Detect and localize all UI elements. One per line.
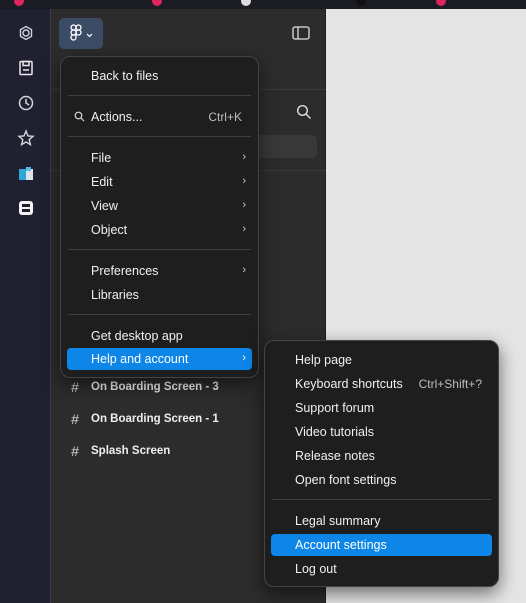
star-icon[interactable]	[16, 128, 36, 148]
help-submenu: Help page Keyboard shortcuts Ctrl+Shift+…	[264, 340, 499, 587]
chevron-right-icon: ›	[242, 199, 246, 211]
save-icon[interactable]	[16, 58, 36, 78]
menu-item-edit[interactable]: Edit ›	[67, 171, 252, 193]
search-icon	[74, 111, 85, 125]
chatgpt-icon[interactable]	[16, 23, 36, 43]
menu-separator	[272, 499, 491, 500]
menu-item-log-out[interactable]: Log out	[271, 558, 492, 580]
menu-item-label: File	[91, 151, 112, 165]
history-icon[interactable]	[16, 93, 36, 113]
menu-item-release-notes[interactable]: Release notes	[271, 445, 492, 467]
menu-item-label: Actions...	[91, 110, 143, 124]
shortcut-label: Ctrl+K	[208, 110, 242, 124]
browser-tab-strip	[0, 0, 526, 9]
tab-favicon[interactable]	[356, 0, 366, 6]
chevron-right-icon: ›	[242, 223, 246, 235]
menu-item-video-tutorials[interactable]: Video tutorials	[271, 421, 492, 443]
layer-label: On Boarding Screen - 1	[91, 413, 219, 425]
menu-separator	[68, 95, 251, 96]
layer-label: Splash Screen	[91, 445, 171, 457]
menu-item-label: Legal summary	[295, 514, 381, 528]
menu-item-libraries[interactable]: Libraries	[67, 284, 252, 306]
menu-item-help-and-account[interactable]: Help and account ›	[67, 348, 252, 370]
frame-icon: #	[71, 379, 79, 395]
layer-label: On Boarding Screen - 3	[91, 381, 219, 393]
menu-item-label: Release notes	[295, 449, 375, 463]
chevron-right-icon: ›	[242, 352, 246, 364]
menu-item-label: Account settings	[295, 538, 387, 552]
tab-favicon[interactable]	[436, 0, 446, 6]
menu-item-get-desktop-app[interactable]: Get desktop app	[67, 325, 252, 347]
menu-item-preferences[interactable]: Preferences ›	[67, 260, 252, 282]
menu-item-label: Video tutorials	[295, 425, 374, 439]
menu-item-view[interactable]: View ›	[67, 195, 252, 217]
menu-item-support-forum[interactable]: Support forum	[271, 397, 492, 419]
menu-item-label: Help and account	[91, 352, 189, 366]
figma-logo-icon	[69, 23, 82, 44]
tab-favicon[interactable]	[241, 0, 251, 6]
menu-item-actions[interactable]: Actions... Ctrl+K	[67, 106, 252, 128]
menu-item-label: Preferences	[91, 264, 159, 278]
menu-item-label: Log out	[295, 562, 337, 576]
menu-item-legal-summary[interactable]: Legal summary	[271, 510, 492, 532]
shortcut-label: Ctrl+Shift+?	[418, 377, 482, 391]
search-icon[interactable]	[296, 104, 312, 120]
layer-frame[interactable]: # On Boarding Screen - 3	[69, 377, 219, 397]
menu-item-label: Get desktop app	[91, 329, 183, 343]
menu-item-open-font-settings[interactable]: Open font settings	[271, 469, 492, 491]
tab-favicon[interactable]	[14, 0, 24, 6]
menu-separator	[68, 249, 251, 250]
menu-item-label: Edit	[91, 175, 113, 189]
menu-item-label: Back to files	[91, 69, 159, 83]
menu-item-back-to-files[interactable]: Back to files	[67, 65, 252, 87]
menu-item-label: Open font settings	[295, 473, 397, 487]
menu-item-label: Help page	[295, 353, 352, 367]
chevron-right-icon: ›	[242, 151, 246, 163]
main-menu-button[interactable]	[59, 18, 103, 49]
menu-separator	[68, 314, 251, 315]
frame-icon: #	[71, 411, 79, 427]
menu-item-label: Keyboard shortcuts	[295, 377, 403, 391]
menu-item-label: View	[91, 199, 118, 213]
menu-item-label: Libraries	[91, 288, 139, 302]
layer-frame[interactable]: # Splash Screen	[69, 441, 170, 461]
flipboard-icon[interactable]	[16, 164, 36, 184]
app-icon[interactable]	[16, 198, 36, 218]
menu-item-object[interactable]: Object ›	[67, 219, 252, 241]
chevron-down-icon	[86, 27, 93, 41]
layer-frame[interactable]: # On Boarding Screen - 1	[69, 409, 219, 429]
chevron-right-icon: ›	[242, 264, 246, 276]
app-rail	[0, 9, 51, 603]
chevron-right-icon: ›	[242, 175, 246, 187]
menu-item-label: Support forum	[295, 401, 375, 415]
menu-item-help-page[interactable]: Help page	[271, 349, 492, 371]
menu-item-account-settings[interactable]: Account settings	[271, 534, 492, 556]
frame-icon: #	[71, 443, 79, 459]
menu-item-file[interactable]: File ›	[67, 147, 252, 169]
main-menu: Back to files Actions... Ctrl+K File › E…	[60, 56, 259, 378]
sidebar-toggle-icon[interactable]	[292, 26, 310, 40]
menu-separator	[68, 136, 251, 137]
menu-item-keyboard-shortcuts[interactable]: Keyboard shortcuts Ctrl+Shift+?	[271, 373, 492, 395]
menu-item-label: Object	[91, 223, 128, 237]
tab-favicon[interactable]	[152, 0, 162, 6]
